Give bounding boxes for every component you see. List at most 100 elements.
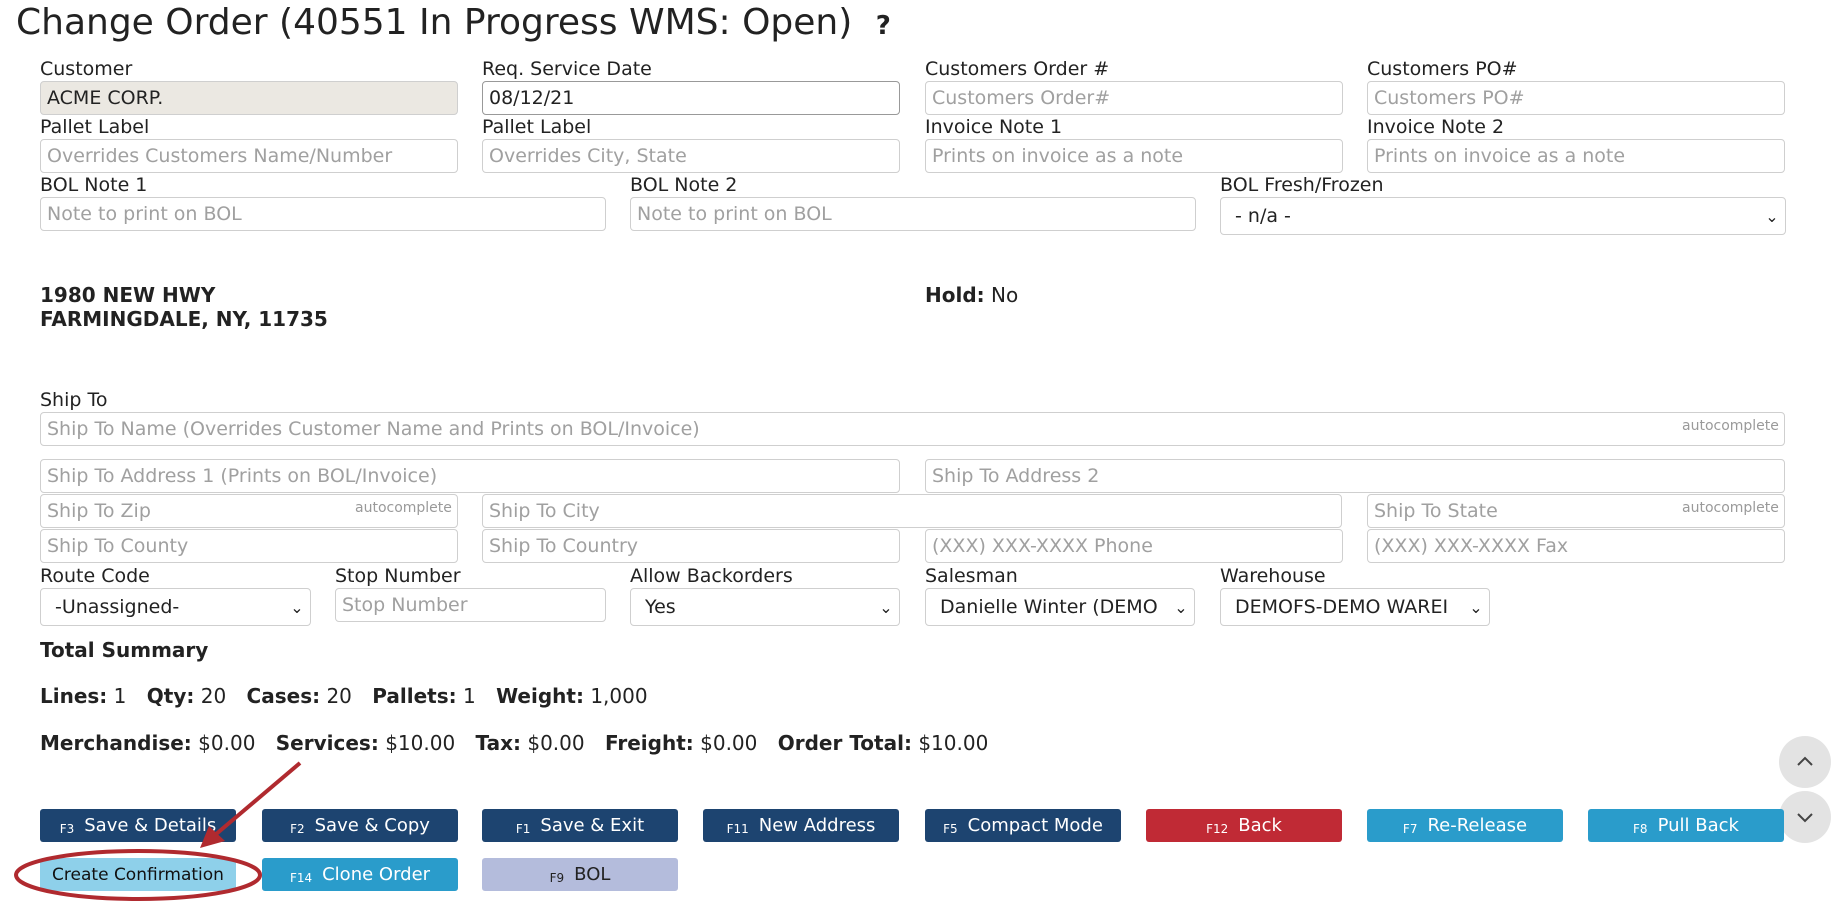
shortcut-key: F5 (943, 821, 958, 836)
scroll-down-button[interactable] (1779, 791, 1831, 843)
salesman-value: Danielle Winter (DEMO (940, 596, 1158, 618)
ship-to-address1-field[interactable] (40, 459, 900, 493)
shortcut-key: F8 (1633, 821, 1648, 836)
chevron-down-icon: ⌄ (1469, 597, 1483, 617)
pallet-label-1-field[interactable] (40, 139, 458, 173)
merchandise-label: Merchandise: (40, 731, 192, 755)
save-details-button[interactable]: F3 Save & Details (40, 809, 236, 842)
ship-to-phone-field[interactable] (925, 529, 1343, 563)
pallet-label-2-field[interactable] (482, 139, 900, 173)
bol-note-2-label: BOL Note 2 (630, 174, 738, 196)
customer-field[interactable] (40, 81, 458, 115)
bol-fresh-frozen-select[interactable]: - n/a - ⌄ (1220, 197, 1786, 235)
ship-to-name-field[interactable] (40, 412, 1785, 446)
ship-to-county-field[interactable] (40, 529, 458, 563)
ship-to-label: Ship To (40, 389, 108, 411)
button-label: Re-Release (1427, 815, 1528, 836)
chevron-down-icon: ⌄ (1765, 206, 1779, 226)
stop-number-field[interactable] (335, 588, 606, 622)
warehouse-label: Warehouse (1220, 565, 1326, 587)
ship-to-country-field[interactable] (482, 529, 900, 563)
req-service-date-field[interactable] (482, 81, 900, 115)
pallets-value: 1 (462, 684, 476, 708)
scroll-up-button[interactable] (1779, 736, 1831, 788)
customer-label: Customer (40, 58, 133, 80)
page-title-text: Change Order (40551 In Progress WMS: Ope… (16, 2, 853, 43)
warehouse-value: DEMOFS-DEMO WAREI (1235, 596, 1449, 618)
summary-counts: Lines: 1 Qty: 20 Cases: 20 Pallets: 1 We… (40, 684, 648, 708)
bol-button[interactable]: F9 BOL (482, 858, 678, 891)
cases-label: Cases: (246, 684, 321, 708)
bol-note-1-label: BOL Note 1 (40, 174, 148, 196)
warehouse-select[interactable]: DEMOFS-DEMO WAREI ⌄ (1220, 588, 1490, 626)
customers-po-label: Customers PO# (1367, 58, 1518, 80)
invoice-note-1-field[interactable] (925, 139, 1343, 173)
address-line-1: 1980 NEW HWY (40, 283, 216, 307)
save-exit-button[interactable]: F1 Save & Exit (482, 809, 678, 842)
hold-status: Hold: No (925, 283, 1018, 307)
req-service-date-label: Req. Service Date (482, 58, 652, 80)
ship-to-address2-field[interactable] (925, 459, 1785, 493)
salesman-label: Salesman (925, 565, 1018, 587)
bol-note-1-field[interactable] (40, 197, 606, 231)
shortcut-key: F12 (1206, 821, 1229, 836)
button-label: Back (1238, 815, 1282, 836)
new-address-button[interactable]: F11 New Address (703, 809, 899, 842)
customers-order-label: Customers Order # (925, 58, 1110, 80)
route-code-value: -Unassigned- (55, 596, 180, 618)
re-release-button[interactable]: F7 Re-Release (1367, 809, 1563, 842)
pallet-label-1-label: Pallet Label (40, 116, 150, 138)
total-summary-title: Total Summary (40, 638, 209, 662)
page-title: Change Order (40551 In Progress WMS: Ope… (16, 2, 891, 43)
invoice-note-1-label: Invoice Note 1 (925, 116, 1063, 138)
button-label: BOL (574, 864, 611, 885)
chevron-up-icon (1797, 756, 1813, 766)
pallets-label: Pallets: (372, 684, 457, 708)
autocomplete-hint: autocomplete (1682, 418, 1779, 434)
customers-po-field[interactable] (1367, 81, 1785, 115)
autocomplete-hint: autocomplete (355, 500, 452, 516)
hold-value: No (991, 283, 1019, 307)
qty-label: Qty: (146, 684, 195, 708)
shortcut-key: F7 (1402, 821, 1418, 836)
ship-to-city-field[interactable] (482, 494, 1342, 528)
button-label: Clone Order (322, 864, 431, 885)
pallet-label-2-label: Pallet Label (482, 116, 592, 138)
customers-order-field[interactable] (925, 81, 1343, 115)
services-value: $10.00 (385, 731, 456, 755)
lines-value: 1 (113, 684, 127, 708)
ship-to-fax-field[interactable] (1367, 529, 1785, 563)
invoice-note-2-label: Invoice Note 2 (1367, 116, 1505, 138)
summary-totals: Merchandise: $0.00 Services: $10.00 Tax:… (40, 731, 988, 755)
chevron-down-icon (1797, 813, 1813, 823)
back-button[interactable]: F12 Back (1146, 809, 1342, 842)
order-total-value: $10.00 (918, 731, 989, 755)
button-label: Save & Details (84, 815, 217, 836)
button-label: Pull Back (1657, 815, 1739, 836)
button-label: Save & Copy (314, 815, 430, 836)
hold-label: Hold: (925, 283, 985, 307)
clone-order-button[interactable]: F14 Clone Order (262, 858, 458, 891)
save-copy-button[interactable]: F2 Save & Copy (262, 809, 458, 842)
customer-address: 1980 NEW HWY FARMINGDALE, NY, 11735 (40, 283, 328, 331)
merchandise-value: $0.00 (198, 731, 256, 755)
freight-label: Freight: (604, 731, 694, 755)
autocomplete-hint: autocomplete (1682, 500, 1779, 516)
bol-note-2-field[interactable] (630, 197, 1196, 231)
salesman-select[interactable]: Danielle Winter (DEMO ⌄ (925, 588, 1195, 626)
pull-back-button[interactable]: F8 Pull Back (1588, 809, 1784, 842)
allow-backorders-select[interactable]: Yes ⌄ (630, 588, 900, 626)
shortcut-key: F14 (289, 870, 313, 885)
help-icon[interactable]: ? (876, 11, 891, 41)
allow-backorders-label: Allow Backorders (630, 565, 793, 587)
tax-label: Tax: (475, 731, 521, 755)
qty-value: 20 (200, 684, 227, 708)
invoice-note-2-field[interactable] (1367, 139, 1785, 173)
compact-mode-button[interactable]: F5 Compact Mode (925, 809, 1121, 842)
button-label: Compact Mode (967, 815, 1103, 836)
shortcut-key: F9 (549, 870, 565, 885)
lines-label: Lines: (40, 684, 108, 708)
chevron-down-icon: ⌄ (1174, 597, 1188, 617)
route-code-select[interactable]: -Unassigned- ⌄ (40, 588, 311, 626)
create-confirmation-button[interactable]: Create Confirmation (40, 858, 236, 891)
